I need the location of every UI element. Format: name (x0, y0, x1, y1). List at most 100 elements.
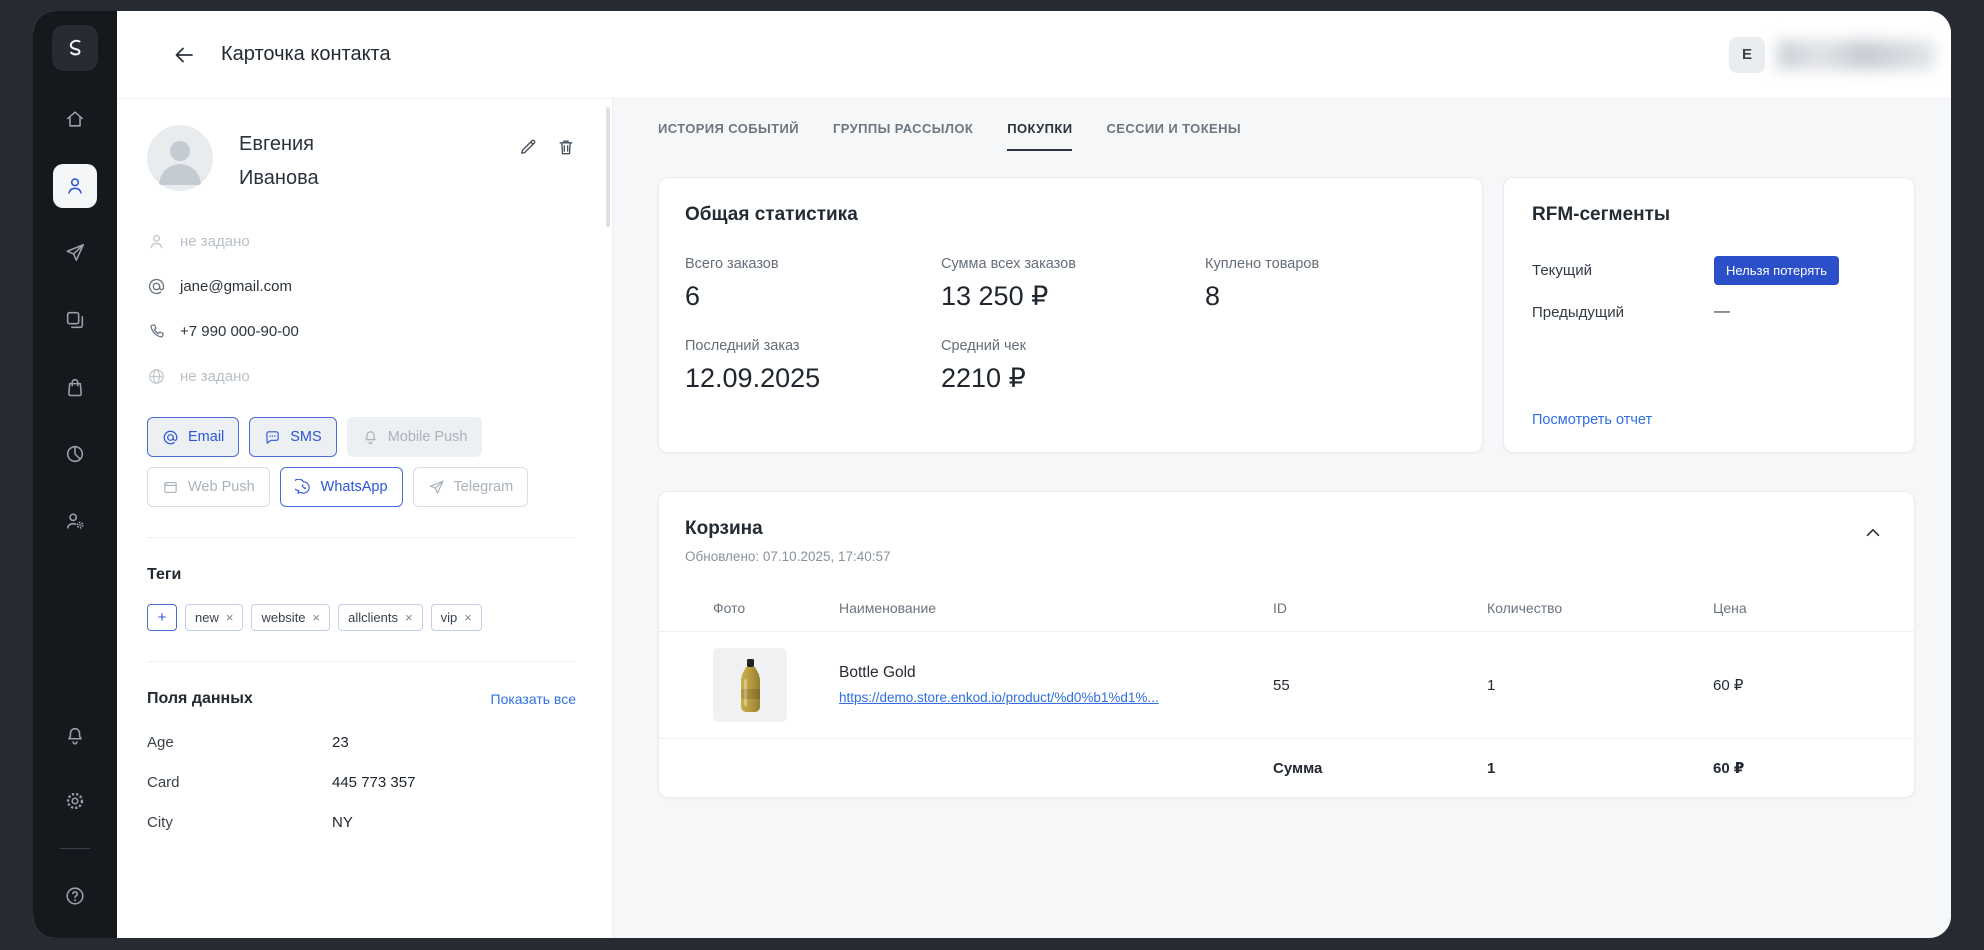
data-field-row: Card 445 773 357 (147, 762, 576, 802)
page-title: Карточка контакта (221, 43, 391, 66)
rfm-previous-label: Предыдущий (1532, 304, 1714, 321)
stats-title: Общая статистика (685, 204, 1456, 226)
stat-label: Средний чек (941, 338, 1205, 354)
app-logo[interactable] (52, 25, 98, 71)
sidebar-item-settings[interactable] (53, 779, 97, 823)
rfm-segments-card: RFM-сегменты Текущий Нельзя потерять Пре… (1503, 177, 1915, 453)
user-gear-icon (64, 510, 86, 532)
contact-phone-row: +7 990 000-90-00 (147, 309, 576, 354)
tag-chip[interactable]: vip × (431, 604, 482, 631)
contact-actions (518, 135, 576, 195)
sidebar (33, 11, 117, 938)
col-name: Наименование (839, 600, 1273, 616)
sms-bubble-icon (264, 429, 281, 446)
edit-contact-button[interactable] (518, 135, 538, 159)
sidebar-bottom (53, 714, 97, 918)
rfm-rows: Текущий Нельзя потерять Предыдущий — (1532, 256, 1886, 321)
avatar-placeholder-icon (147, 125, 213, 191)
user-avatar[interactable]: E (1729, 37, 1765, 73)
tab-sessions-tokens[interactable]: СЕССИИ И ТОКЕНЫ (1106, 115, 1241, 151)
sidebar-divider (60, 848, 90, 849)
channel-sms-button[interactable]: SMS (249, 417, 336, 457)
contact-details: не задано jane@gmail.com +7 990 000-90-0… (147, 219, 576, 399)
data-fields-title: Поля данных (147, 690, 253, 708)
channel-mobile-push-button[interactable]: Mobile Push (347, 417, 483, 457)
cart-total-label: Сумма (1273, 760, 1487, 777)
tag-chip[interactable]: allclients × (338, 604, 422, 631)
collapse-cart-button[interactable] (1862, 522, 1884, 544)
product-id: 55 (1273, 677, 1487, 694)
sidebar-item-shop[interactable] (53, 365, 97, 409)
product-name: Bottle Gold (839, 664, 1273, 682)
pencil-icon (518, 137, 538, 157)
cart-item-row: Bottle Gold https://demo.store.enkod.io/… (659, 632, 1914, 739)
channel-email-button[interactable]: Email (147, 417, 239, 457)
contact-name-row: не задано (147, 219, 576, 264)
sidebar-item-help[interactable] (53, 874, 97, 918)
data-field-row: City NY (147, 802, 576, 842)
channel-whatsapp-button[interactable]: WhatsApp (280, 467, 403, 507)
show-all-link[interactable]: Показать все (491, 691, 576, 707)
topbar-right: E (1729, 37, 1935, 73)
contact-name: Евгения Иванова (239, 127, 319, 195)
app-window: Карточка контакта E (33, 11, 1951, 938)
cart-title: Корзина (685, 518, 1886, 540)
tab-purchases[interactable]: ПОКУПКИ (1007, 115, 1072, 151)
add-tag-button[interactable]: + (147, 604, 177, 631)
field-label: Age (147, 734, 332, 751)
trash-icon (556, 137, 576, 157)
sidebar-item-campaigns[interactable] (53, 231, 97, 275)
gear-icon (64, 790, 86, 812)
product-quantity: 1 (1487, 677, 1713, 694)
channel-web-push-button[interactable]: Web Push (147, 467, 270, 507)
sidebar-item-home[interactable] (53, 97, 97, 141)
sidebar-item-analytics[interactable] (53, 432, 97, 476)
sidebar-item-roles[interactable] (53, 499, 97, 543)
sidebar-item-contacts[interactable] (53, 164, 97, 208)
contact-phone-value: +7 990 000-90-00 (180, 323, 299, 340)
stat-value: 6 (685, 281, 941, 312)
channel-mobile-push-label: Mobile Push (388, 429, 468, 445)
tag-remove-icon[interactable]: × (313, 610, 321, 625)
col-quantity: Количество (1487, 600, 1713, 616)
rfm-report-link[interactable]: Посмотреть отчет (1532, 412, 1886, 428)
contact-email-value: jane@gmail.com (180, 278, 292, 295)
globe-icon (147, 367, 166, 386)
stat-value: 8 (1205, 281, 1456, 312)
tag-remove-icon[interactable]: × (405, 610, 413, 625)
tag-chip[interactable]: new × (185, 604, 243, 631)
tag-remove-icon[interactable]: × (464, 610, 472, 625)
cart-table-header: Фото Наименование ID Количество Цена (659, 584, 1914, 632)
tags-section: Теги + new × website × allclients (147, 538, 576, 631)
stat-label: Последний заказ (685, 338, 941, 354)
top-bar: Карточка контакта E (117, 11, 1951, 99)
back-button[interactable] (169, 40, 199, 70)
cart-updated-timestamp: Обновлено: 07.10.2025, 17:40:57 (685, 549, 1886, 564)
tag-remove-icon[interactable]: × (226, 610, 234, 625)
sidebar-item-notifications[interactable] (53, 714, 97, 758)
sidebar-item-scenarios[interactable] (53, 298, 97, 342)
channel-whatsapp-label: WhatsApp (321, 479, 388, 495)
product-url-link[interactable]: https://demo.store.enkod.io/product/%d0%… (839, 690, 1159, 705)
tag-chip[interactable]: website × (251, 604, 330, 631)
tab-event-history[interactable]: ИСТОРИЯ СОБЫТИЙ (658, 115, 799, 151)
panel-scrollbar[interactable] (606, 107, 610, 227)
contact-avatar (147, 125, 213, 191)
back-arrow-icon (172, 43, 196, 67)
tab-mailing-groups[interactable]: ГРУППЫ РАССЫЛОК (833, 115, 973, 151)
delete-contact-button[interactable] (556, 135, 576, 159)
stat-label: Сумма всех заказов (941, 256, 1205, 272)
stats-grid: Всего заказов 6 Сумма всех заказов 13 25… (685, 256, 1456, 394)
contact-panel: Евгения Иванова не задано j (117, 99, 613, 938)
channel-telegram-button[interactable]: Telegram (413, 467, 529, 507)
rfm-segment-badge[interactable]: Нельзя потерять (1714, 256, 1839, 285)
stat-last-order: Последний заказ 12.09.2025 (685, 338, 941, 394)
bottle-image (713, 648, 787, 722)
field-value: 23 (332, 734, 349, 751)
rfm-current-row: Текущий Нельзя потерять (1532, 256, 1886, 285)
field-value: 445 773 357 (332, 774, 415, 791)
data-fields-section: Поля данных Показать все Age 23 Card 445… (147, 662, 576, 842)
tag-label: vip (441, 610, 458, 625)
stat-value: 2210 ₽ (941, 363, 1205, 394)
user-name-redacted[interactable] (1777, 40, 1935, 70)
